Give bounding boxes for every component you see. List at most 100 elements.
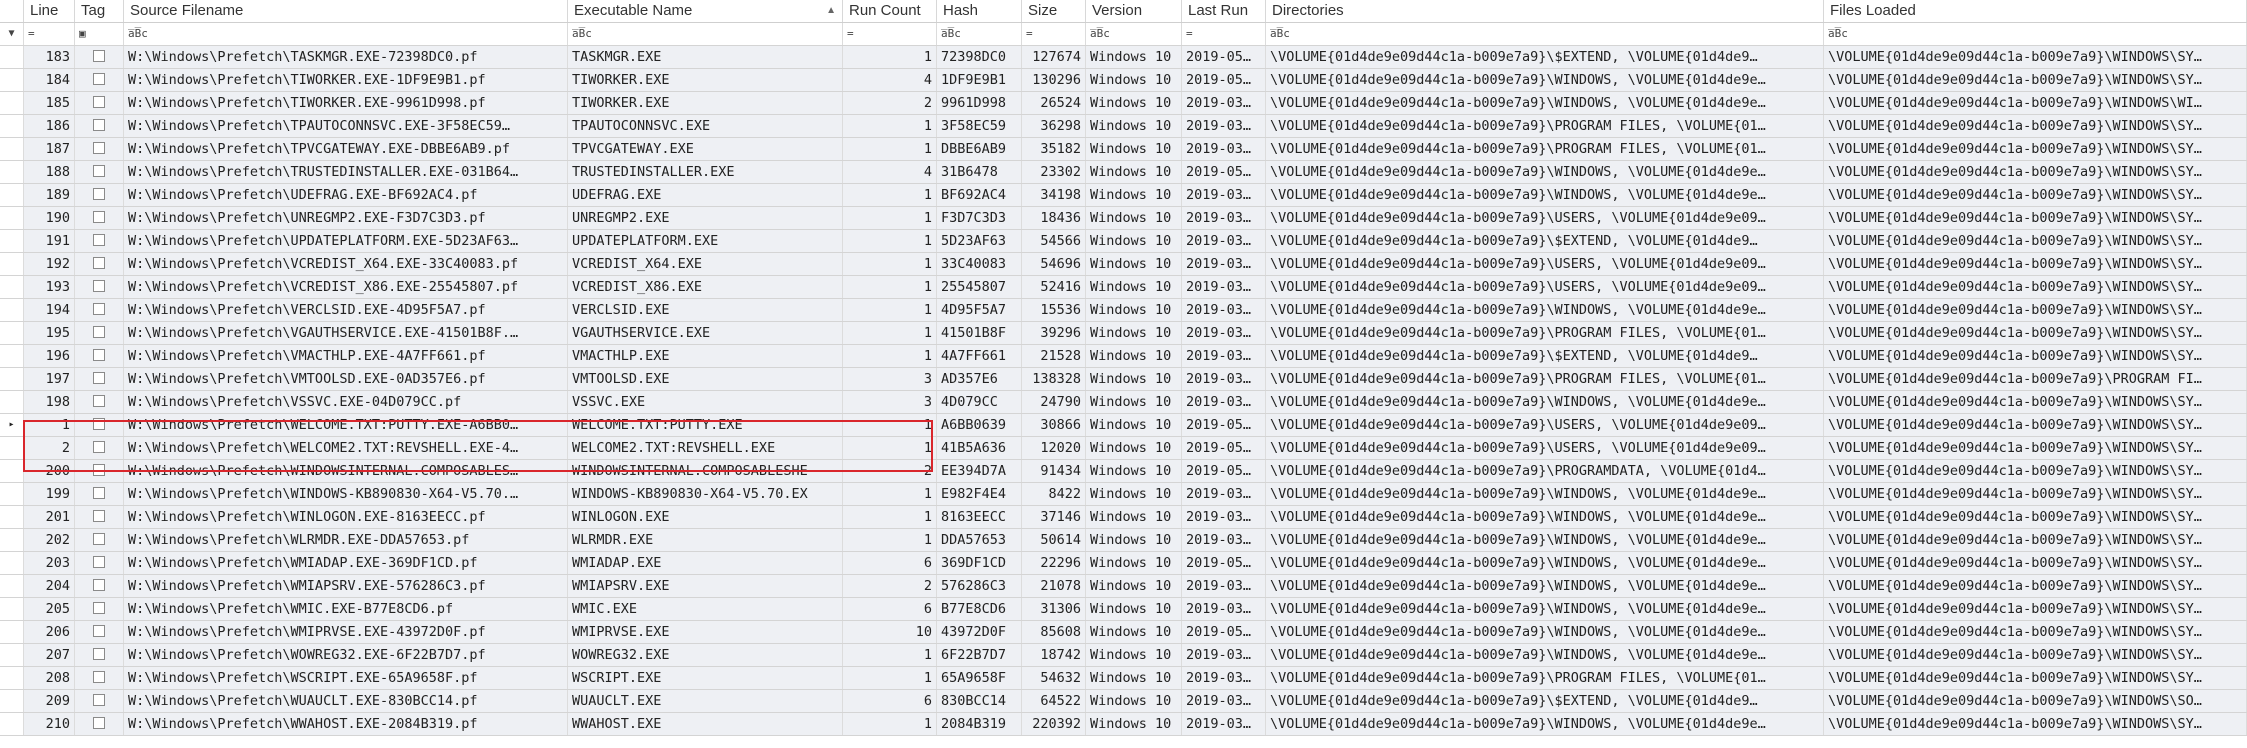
table-row[interactable]: 184 W:\Windows\Prefetch\TIWORKER.EXE-1DF9…: [0, 69, 2247, 92]
tag-cell[interactable]: [75, 345, 124, 367]
table-row[interactable]: 2 W:\Windows\Prefetch\WELCOME2.TXT:REVSHE…: [0, 437, 2247, 460]
table-row[interactable]: 206 W:\Windows\Prefetch\WMIPRVSE.EXE-4397…: [0, 621, 2247, 644]
row-gutter[interactable]: [0, 552, 24, 574]
row-gutter[interactable]: [0, 276, 24, 298]
filter-run-count[interactable]: =: [843, 23, 937, 45]
column-header-source-filename[interactable]: Source Filename: [124, 0, 568, 22]
table-row[interactable]: 187 W:\Windows\Prefetch\TPVCGATEWAY.EXE-D…: [0, 138, 2247, 161]
tag-checkbox[interactable]: [93, 303, 105, 315]
table-row[interactable]: 192 W:\Windows\Prefetch\VCREDIST_X64.EXE-…: [0, 253, 2247, 276]
tag-checkbox[interactable]: [93, 671, 105, 683]
tag-cell[interactable]: [75, 667, 124, 689]
tag-checkbox[interactable]: [93, 349, 105, 361]
tag-checkbox[interactable]: [93, 418, 105, 430]
filter-executable-name[interactable]: a̅B̅c: [568, 23, 843, 45]
row-gutter[interactable]: [0, 644, 24, 666]
table-row[interactable]: 186 W:\Windows\Prefetch\TPAUTOCONNSVC.EXE…: [0, 115, 2247, 138]
tag-cell[interactable]: [75, 299, 124, 321]
table-row[interactable]: 199 W:\Windows\Prefetch\WINDOWS-KB890830-…: [0, 483, 2247, 506]
tag-cell[interactable]: [75, 276, 124, 298]
tag-checkbox[interactable]: [93, 556, 105, 568]
tag-cell[interactable]: [75, 690, 124, 712]
tag-checkbox[interactable]: [93, 441, 105, 453]
tag-checkbox[interactable]: [93, 395, 105, 407]
funnel-icon[interactable]: ▼: [0, 23, 24, 45]
tag-checkbox[interactable]: [93, 211, 105, 223]
tag-checkbox[interactable]: [93, 96, 105, 108]
tag-cell[interactable]: [75, 460, 124, 482]
table-row[interactable]: 185 W:\Windows\Prefetch\TIWORKER.EXE-9961…: [0, 92, 2247, 115]
table-row[interactable]: ▸ 1 W:\Windows\Prefetch\WELCOME.TXT:PUTTY.…: [0, 414, 2247, 437]
table-row[interactable]: 194 W:\Windows\Prefetch\VERCLSID.EXE-4D95…: [0, 299, 2247, 322]
row-gutter[interactable]: [0, 460, 24, 482]
row-gutter[interactable]: [0, 391, 24, 413]
tag-checkbox[interactable]: [93, 165, 105, 177]
row-gutter[interactable]: [0, 253, 24, 275]
table-row[interactable]: 197 W:\Windows\Prefetch\VMTOOLSD.EXE-0AD3…: [0, 368, 2247, 391]
table-row[interactable]: 196 W:\Windows\Prefetch\VMACTHLP.EXE-4A7F…: [0, 345, 2247, 368]
tag-cell[interactable]: [75, 184, 124, 206]
table-row[interactable]: 209 W:\Windows\Prefetch\WUAUCLT.EXE-830BC…: [0, 690, 2247, 713]
row-gutter[interactable]: [0, 621, 24, 643]
column-header-version[interactable]: Version: [1086, 0, 1182, 22]
row-gutter[interactable]: [0, 161, 24, 183]
tag-checkbox[interactable]: [93, 73, 105, 85]
tag-checkbox[interactable]: [93, 234, 105, 246]
column-header-last-run[interactable]: Last Run: [1182, 0, 1266, 22]
tag-cell[interactable]: [75, 161, 124, 183]
table-row[interactable]: 208 W:\Windows\Prefetch\WSCRIPT.EXE-65A96…: [0, 667, 2247, 690]
tag-cell[interactable]: [75, 92, 124, 114]
column-header-files-loaded[interactable]: Files Loaded: [1824, 0, 2247, 22]
column-header-line[interactable]: Line: [24, 0, 75, 22]
tag-cell[interactable]: [75, 483, 124, 505]
column-header-tag[interactable]: Tag: [75, 0, 124, 22]
row-gutter[interactable]: [0, 506, 24, 528]
row-gutter[interactable]: [0, 598, 24, 620]
filter-hash[interactable]: a̅B̅c: [937, 23, 1022, 45]
row-gutter[interactable]: [0, 322, 24, 344]
filter-line[interactable]: =: [24, 23, 75, 45]
row-pointer-icon[interactable]: ▸: [0, 414, 24, 436]
row-gutter[interactable]: [0, 575, 24, 597]
row-gutter[interactable]: [0, 92, 24, 114]
row-gutter[interactable]: [0, 46, 24, 68]
row-gutter[interactable]: [0, 115, 24, 137]
row-gutter[interactable]: [0, 437, 24, 459]
table-row[interactable]: 183 W:\Windows\Prefetch\TASKMGR.EXE-72398…: [0, 46, 2247, 69]
tag-cell[interactable]: [75, 598, 124, 620]
table-row[interactable]: 203 W:\Windows\Prefetch\WMIADAP.EXE-369DF…: [0, 552, 2247, 575]
tag-cell[interactable]: [75, 46, 124, 68]
tag-checkbox[interactable]: [93, 50, 105, 62]
tag-checkbox[interactable]: [93, 464, 105, 476]
tag-checkbox[interactable]: [93, 625, 105, 637]
tag-cell[interactable]: [75, 644, 124, 666]
table-row[interactable]: 207 W:\Windows\Prefetch\WOWREG32.EXE-6F22…: [0, 644, 2247, 667]
tag-cell[interactable]: [75, 230, 124, 252]
tag-cell[interactable]: [75, 506, 124, 528]
column-header-directories[interactable]: Directories: [1266, 0, 1824, 22]
tag-cell[interactable]: [75, 253, 124, 275]
tag-checkbox[interactable]: [93, 280, 105, 292]
table-row[interactable]: 201 W:\Windows\Prefetch\WINLOGON.EXE-8163…: [0, 506, 2247, 529]
row-gutter[interactable]: [0, 138, 24, 160]
filter-files-loaded[interactable]: a̅B̅c: [1824, 23, 2247, 45]
tag-checkbox[interactable]: [93, 487, 105, 499]
table-row[interactable]: 190 W:\Windows\Prefetch\UNREGMP2.EXE-F3D7…: [0, 207, 2247, 230]
filter-size[interactable]: =: [1022, 23, 1086, 45]
column-header-size[interactable]: Size: [1022, 0, 1086, 22]
tag-cell[interactable]: [75, 138, 124, 160]
row-gutter[interactable]: [0, 184, 24, 206]
tag-cell[interactable]: [75, 529, 124, 551]
tag-cell[interactable]: [75, 69, 124, 91]
tag-cell[interactable]: [75, 414, 124, 436]
row-gutter[interactable]: [0, 368, 24, 390]
tag-cell[interactable]: [75, 713, 124, 735]
row-gutter[interactable]: [0, 483, 24, 505]
tag-checkbox[interactable]: [93, 533, 105, 545]
row-gutter[interactable]: [0, 69, 24, 91]
table-row[interactable]: 191 W:\Windows\Prefetch\UPDATEPLATFORM.EX…: [0, 230, 2247, 253]
column-header-hash[interactable]: Hash: [937, 0, 1022, 22]
row-gutter[interactable]: [0, 667, 24, 689]
table-row[interactable]: 198 W:\Windows\Prefetch\VSSVC.EXE-04D079C…: [0, 391, 2247, 414]
row-gutter[interactable]: [0, 230, 24, 252]
